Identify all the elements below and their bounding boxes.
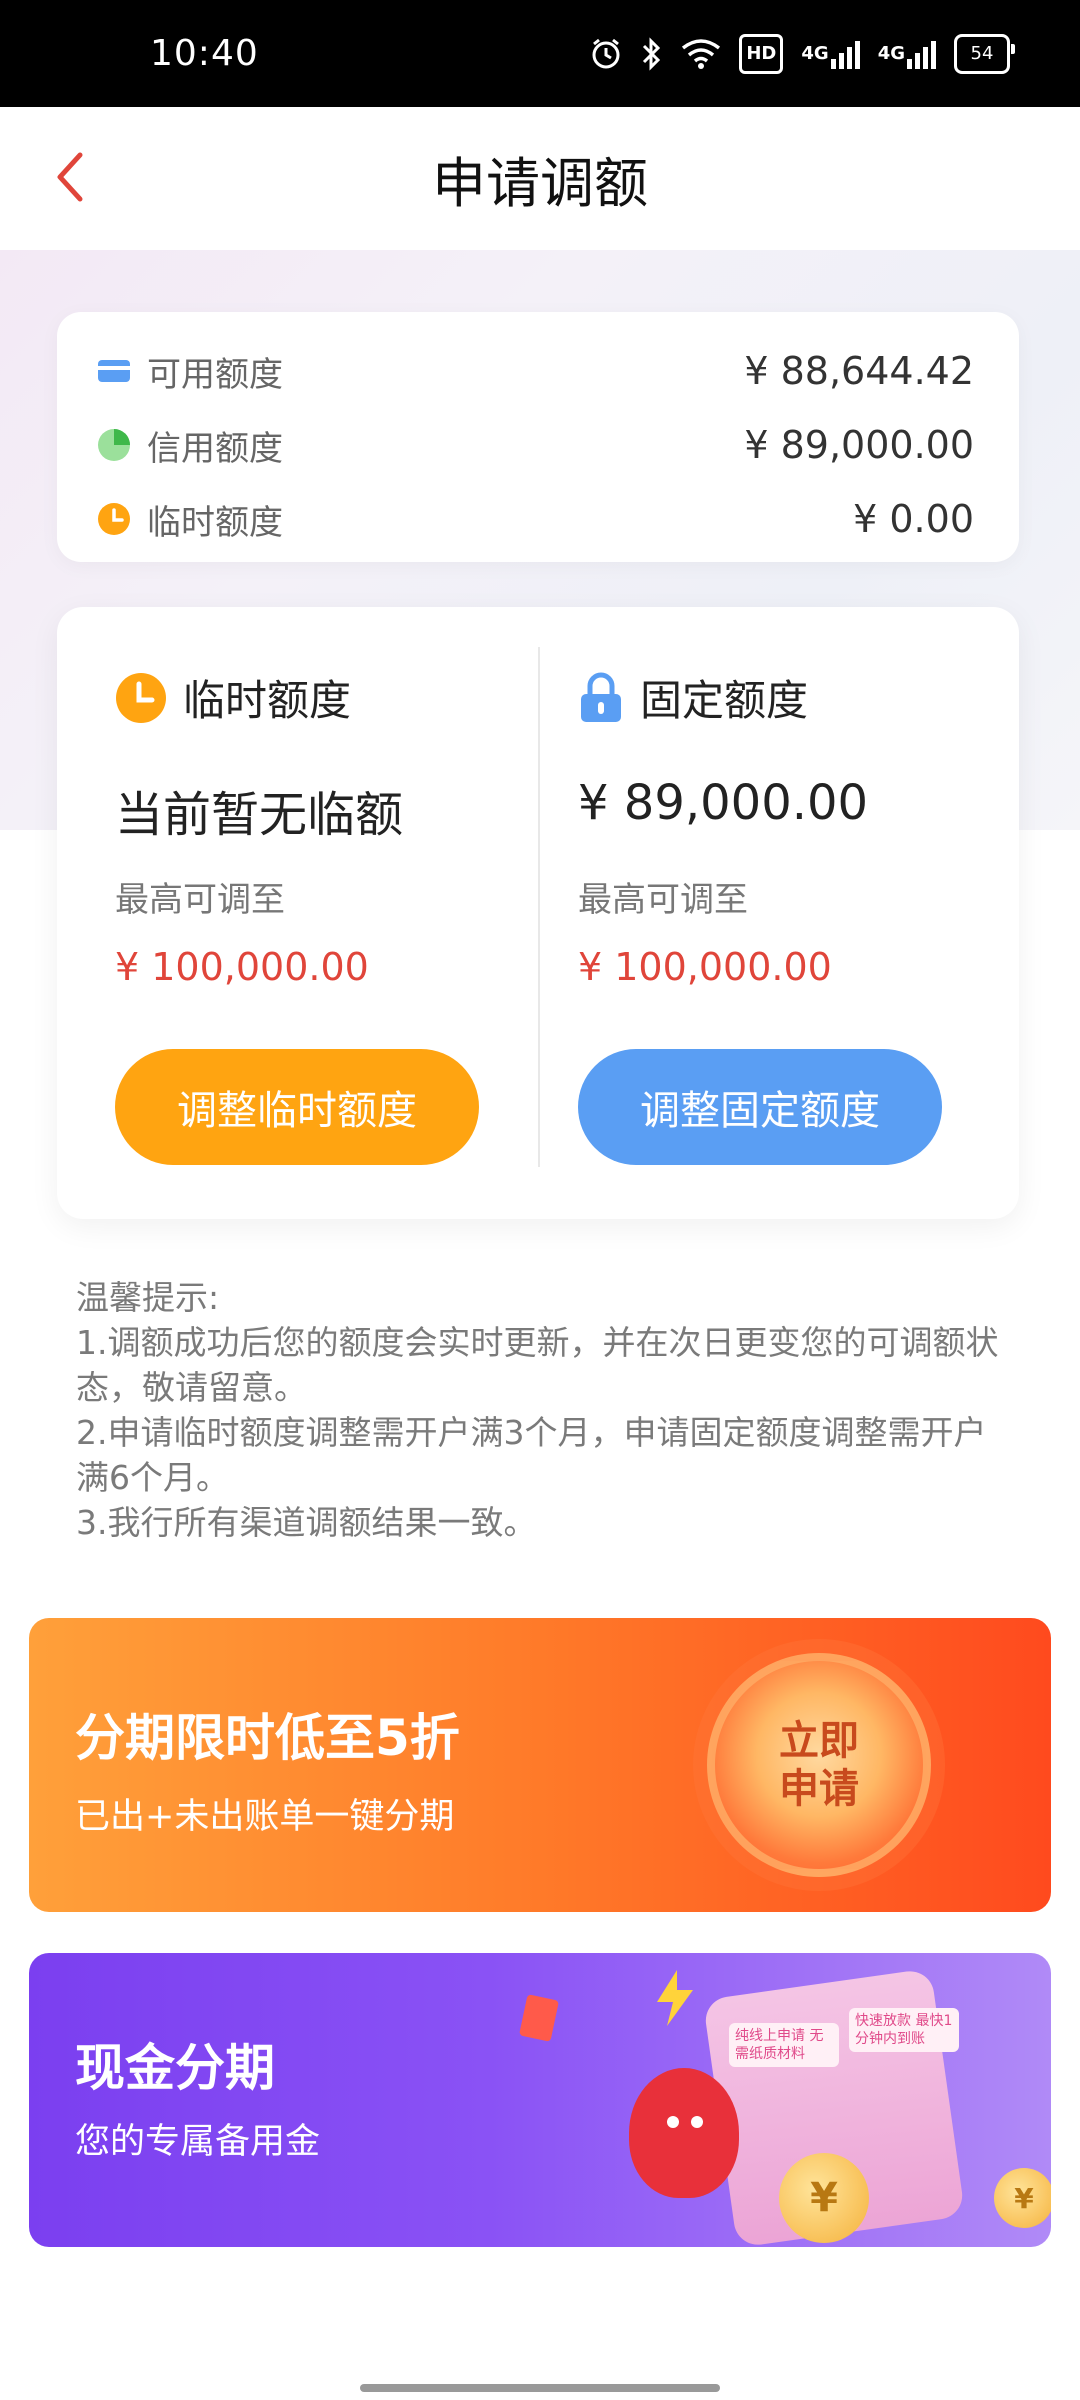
fixed-limit-panel: 固定额度 ¥ 89,000.00 最高可调至 ¥ 100,000.00 调整固定…	[538, 607, 1019, 1219]
chevron-left-icon	[57, 152, 83, 202]
installment-promo-banner[interactable]: 分期限时低至5折 已出+未出账单一键分期 立即申请	[29, 1618, 1051, 1912]
adjust-fixed-button[interactable]: 调整固定额度	[578, 1049, 942, 1165]
coin-icon: ¥	[779, 2153, 869, 2243]
temporary-limit-title: 临时额度	[183, 676, 352, 725]
signal-icon-1: 4G	[801, 34, 860, 74]
cash-banner-subtitle: 您的专属备用金	[75, 2122, 321, 2162]
coin-icon: ¥	[994, 2168, 1051, 2228]
lightning-icon	[657, 1970, 693, 2026]
mascot-illustration	[629, 2068, 739, 2198]
back-button[interactable]	[40, 147, 100, 207]
wifi-icon	[681, 34, 721, 74]
promo-tag: 纯线上申请 无需纸质材料	[729, 2023, 839, 2067]
status-icons: HD 4G 4G 54	[589, 33, 1015, 74]
tips-line: 2.申请临时额度调整需开户满3个月，申请固定额度调整需开户满6个月。	[76, 1413, 987, 1497]
installment-banner-title: 分期限时低至5折	[75, 1709, 460, 1767]
alarm-icon	[589, 34, 623, 74]
fixed-max-label: 最高可调至	[578, 880, 748, 920]
installment-banner-subtitle: 已出+未出账单一键分期	[75, 1797, 455, 1837]
tips-line: 3.我行所有渠道调额结果一致。	[76, 1503, 537, 1542]
summary-row-credit: 信用额度 ¥ 89,000.00	[97, 408, 974, 482]
status-time: 10:40	[150, 33, 259, 74]
summary-label: 临时额度	[147, 502, 283, 543]
temporary-max-label: 最高可调至	[115, 880, 285, 920]
cash-installment-banner[interactable]: 现金分期 您的专属备用金 纯线上申请 无需纸质材料 快速放款 最快1分钟内到账 …	[29, 1953, 1051, 2247]
lock-icon	[581, 672, 621, 722]
fixed-limit-current: ¥ 89,000.00	[578, 775, 869, 831]
home-indicator[interactable]	[360, 2384, 720, 2392]
signal-icon-2: 4G	[878, 34, 936, 74]
apply-now-label: 立即申请	[779, 1718, 859, 1812]
fixed-max-value: ¥ 100,000.00	[578, 945, 832, 989]
temporary-max-value: ¥ 100,000.00	[115, 945, 369, 989]
apply-now-button[interactable]: 立即申请	[707, 1653, 931, 1877]
promo-tag: 快速放款 最快1分钟内到账	[849, 2008, 959, 2052]
clock-icon	[98, 503, 130, 535]
summary-label: 可用额度	[147, 354, 283, 395]
hd-badge: HD	[739, 33, 784, 74]
cash-banner-title: 现金分期	[75, 2039, 275, 2097]
header: 申请调额	[0, 107, 1080, 250]
battery-icon: 54	[954, 33, 1015, 74]
page-title: 申请调额	[432, 152, 648, 215]
summary-row-available: 可用额度 ¥ 88,644.42	[97, 334, 974, 408]
bluetooth-icon	[641, 34, 663, 74]
summary-row-temporary: 临时额度 ¥ 0.00	[97, 482, 974, 556]
status-bar: 10:40 HD 4G 4G 54	[0, 0, 1080, 107]
tips-section: 温馨提示: 1.调额成功后您的额度会实时更新，并在次日更变您的可调额状态，敬请留…	[76, 1275, 1016, 1545]
limit-summary-card: 可用额度 ¥ 88,644.42 信用额度 ¥ 89,000.00 临时额度 ¥…	[57, 312, 1019, 562]
fixed-limit-title: 固定额度	[640, 676, 809, 725]
card-icon	[98, 360, 130, 382]
pie-icon	[98, 429, 130, 461]
clock-icon	[116, 672, 166, 723]
summary-value: ¥ 0.00	[853, 497, 974, 541]
temporary-limit-current: 当前暂无临额	[115, 787, 404, 843]
adjust-card: 临时额度 当前暂无临额 最高可调至 ¥ 100,000.00 调整临时额度 固定…	[57, 607, 1019, 1219]
summary-value: ¥ 89,000.00	[744, 423, 974, 467]
tips-heading: 温馨提示:	[76, 1278, 220, 1317]
summary-label: 信用额度	[147, 428, 283, 469]
adjust-temporary-button[interactable]: 调整临时额度	[115, 1049, 479, 1165]
temporary-limit-panel: 临时额度 当前暂无临额 最高可调至 ¥ 100,000.00 调整临时额度	[57, 607, 538, 1219]
tips-line: 1.调额成功后您的额度会实时更新，并在次日更变您的可调额状态，敬请留意。	[76, 1323, 999, 1407]
summary-value: ¥ 88,644.42	[744, 349, 974, 393]
red-card-icon	[519, 1994, 559, 2042]
